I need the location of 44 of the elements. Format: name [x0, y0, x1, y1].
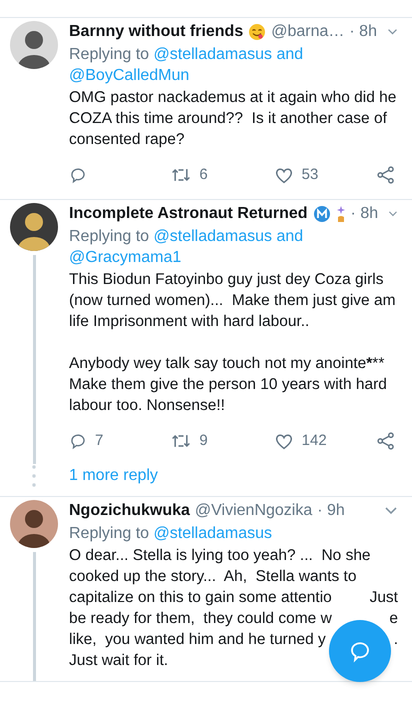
timestamp: · 8h [350, 204, 378, 224]
avatar[interactable] [10, 500, 58, 548]
replying-to-text: Replying to @stelladamasus and @Gracymama1 [69, 226, 304, 268]
display-name[interactable]: Ngozichukwuka [69, 500, 190, 522]
share-icon[interactable] [376, 432, 396, 450]
avatar[interactable] [10, 202, 58, 250]
chevron-down-icon[interactable] [388, 208, 398, 218]
heart-icon[interactable] [274, 432, 294, 450]
tweet-text: . [394, 630, 398, 650]
reply-count: 7 [95, 430, 104, 450]
user-handle: @barna… [271, 22, 344, 42]
tweet-text: O dear... Stella is lying too yeah? ... No she [69, 546, 371, 566]
display-name[interactable]: Incomplete Astronaut Returned [69, 202, 308, 224]
reply-icon[interactable] [69, 432, 87, 450]
retweet-count: 9 [199, 430, 208, 450]
retweet-count: 6 [199, 165, 208, 185]
display-name[interactable]: Barnny without friends [69, 21, 244, 43]
user-handle: @VivienNgozika [194, 501, 312, 521]
tweet-text: capitalize on this to gain some attentio [69, 588, 332, 608]
m-circle-icon [312, 204, 331, 222]
tweet-text: OMG pastor nackademus at it again who did he COZA this time around?? Is it another case of consented rape? [69, 88, 398, 150]
timestamp: · 9h [317, 501, 345, 521]
replying-to-text: Replying to @stelladamasus and @BoyCalledMun [69, 45, 304, 86]
tweet-text: This Biodun Fatoyinbo guy just dey Coza girls (now turned women)... Make them just give am life Imprisonment with hard labour.. [69, 270, 396, 332]
chevron-down-icon[interactable] [384, 506, 398, 516]
tweet-text: be ready for them, they could come w [69, 609, 332, 629]
share-icon[interactable] [376, 166, 396, 184]
reply-icon[interactable] [69, 166, 87, 184]
timestamp: · 8h [349, 22, 377, 42]
tweet-text: Just wait for it. [69, 651, 168, 671]
dotted-line-icon [32, 464, 36, 488]
tweet-text: Just [370, 588, 398, 608]
heart-icon[interactable] [274, 166, 294, 184]
smiley-icon [248, 23, 266, 41]
avatar[interactable] [10, 21, 58, 69]
sparkle-icon [336, 204, 346, 222]
like-count: 53 [302, 165, 318, 185]
like-count: 142 [302, 430, 327, 450]
tweet-text: like, you wanted him and he turned y [69, 630, 326, 650]
tweet-text: cooked up the story... Ah, Stella wants to [69, 567, 356, 587]
replying-to-text: Replying to @stelladamasus [69, 524, 274, 544]
tweet-text: e [389, 609, 398, 629]
tweet-text: Anybody wey talk say touch not my anointe*** Make them give the person 10 years with hard labour too. Nonsense!! [69, 354, 388, 416]
chevron-down-icon[interactable] [386, 27, 398, 37]
